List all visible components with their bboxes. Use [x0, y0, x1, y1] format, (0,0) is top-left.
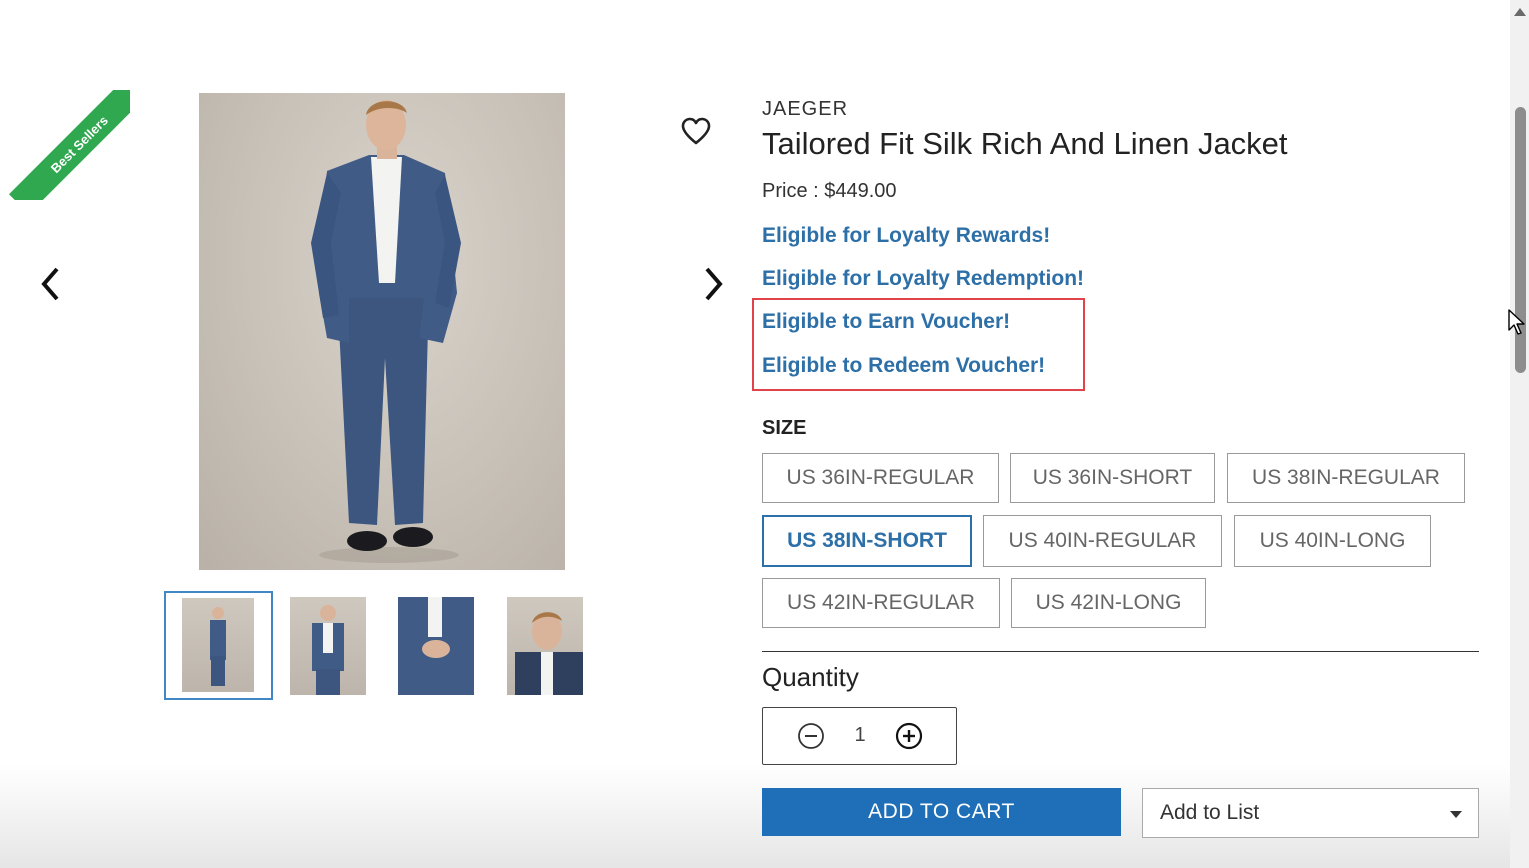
- thumbnail-3[interactable]: [398, 597, 474, 695]
- product-title: Tailored Fit Silk Rich And Linen Jacket: [762, 126, 1288, 161]
- brand-name[interactable]: JAEGER: [762, 98, 848, 121]
- product-price: Price : $449.00: [762, 180, 897, 202]
- eligible-loyalty-rewards-link[interactable]: Eligible for Loyalty Rewards!: [762, 224, 1050, 248]
- thumbnail-figure: [210, 607, 226, 686]
- size-option-us-36in-short[interactable]: US 36IN-SHORT: [1010, 453, 1215, 503]
- minus-circle-icon[interactable]: [797, 722, 825, 750]
- suit-model-figure: [311, 100, 461, 563]
- size-option-us-38in-short[interactable]: US 38IN-SHORT: [762, 515, 972, 567]
- size-label: SIZE: [762, 417, 807, 439]
- quantity-stepper: 1: [762, 707, 957, 765]
- best-sellers-ribbon: Best Sellers: [0, 90, 130, 200]
- scroll-up-arrow-icon[interactable]: [1514, 8, 1526, 16]
- chevron-left-icon: [41, 267, 59, 301]
- plus-circle-icon[interactable]: [895, 722, 923, 750]
- thumbnail-1[interactable]: [182, 598, 254, 692]
- size-option-us-38in-regular[interactable]: US 38IN-REGULAR: [1227, 453, 1465, 503]
- quantity-label: Quantity: [762, 662, 859, 692]
- thumbnail-figure: [515, 612, 583, 695]
- add-to-list-dropdown[interactable]: Add to List: [1142, 788, 1479, 838]
- gallery-next-button[interactable]: [698, 264, 728, 304]
- section-divider: [762, 651, 1479, 652]
- caret-down-icon: [1450, 811, 1462, 818]
- mouse-pointer-icon: [1508, 309, 1525, 335]
- eligible-loyalty-redemption-link[interactable]: Eligible for Loyalty Redemption!: [762, 267, 1084, 291]
- chevron-right-icon: [705, 267, 723, 301]
- thumbnail-2[interactable]: [290, 597, 366, 695]
- voucher-highlight-box: [752, 298, 1085, 391]
- add-to-cart-button[interactable]: ADD TO CART: [762, 788, 1121, 836]
- heart-outline-icon[interactable]: [680, 116, 712, 146]
- add-to-list-label: Add to List: [1160, 801, 1260, 824]
- main-product-image: [199, 93, 565, 570]
- quantity-value[interactable]: 1: [845, 724, 875, 747]
- thumbnail-4[interactable]: [507, 597, 583, 695]
- thumbnail-figure: [398, 597, 474, 695]
- size-option-us-42in-long[interactable]: US 42IN-LONG: [1011, 578, 1206, 628]
- size-option-us-40in-regular[interactable]: US 40IN-REGULAR: [983, 515, 1222, 567]
- gallery-prev-button[interactable]: [36, 264, 66, 304]
- thumbnail-figure: [312, 605, 344, 695]
- size-option-us-36in-regular[interactable]: US 36IN-REGULAR: [762, 453, 999, 503]
- best-sellers-label: Best Sellers: [8, 90, 130, 200]
- size-option-us-40in-long[interactable]: US 40IN-LONG: [1234, 515, 1431, 567]
- size-option-us-42in-regular[interactable]: US 42IN-REGULAR: [762, 578, 1000, 628]
